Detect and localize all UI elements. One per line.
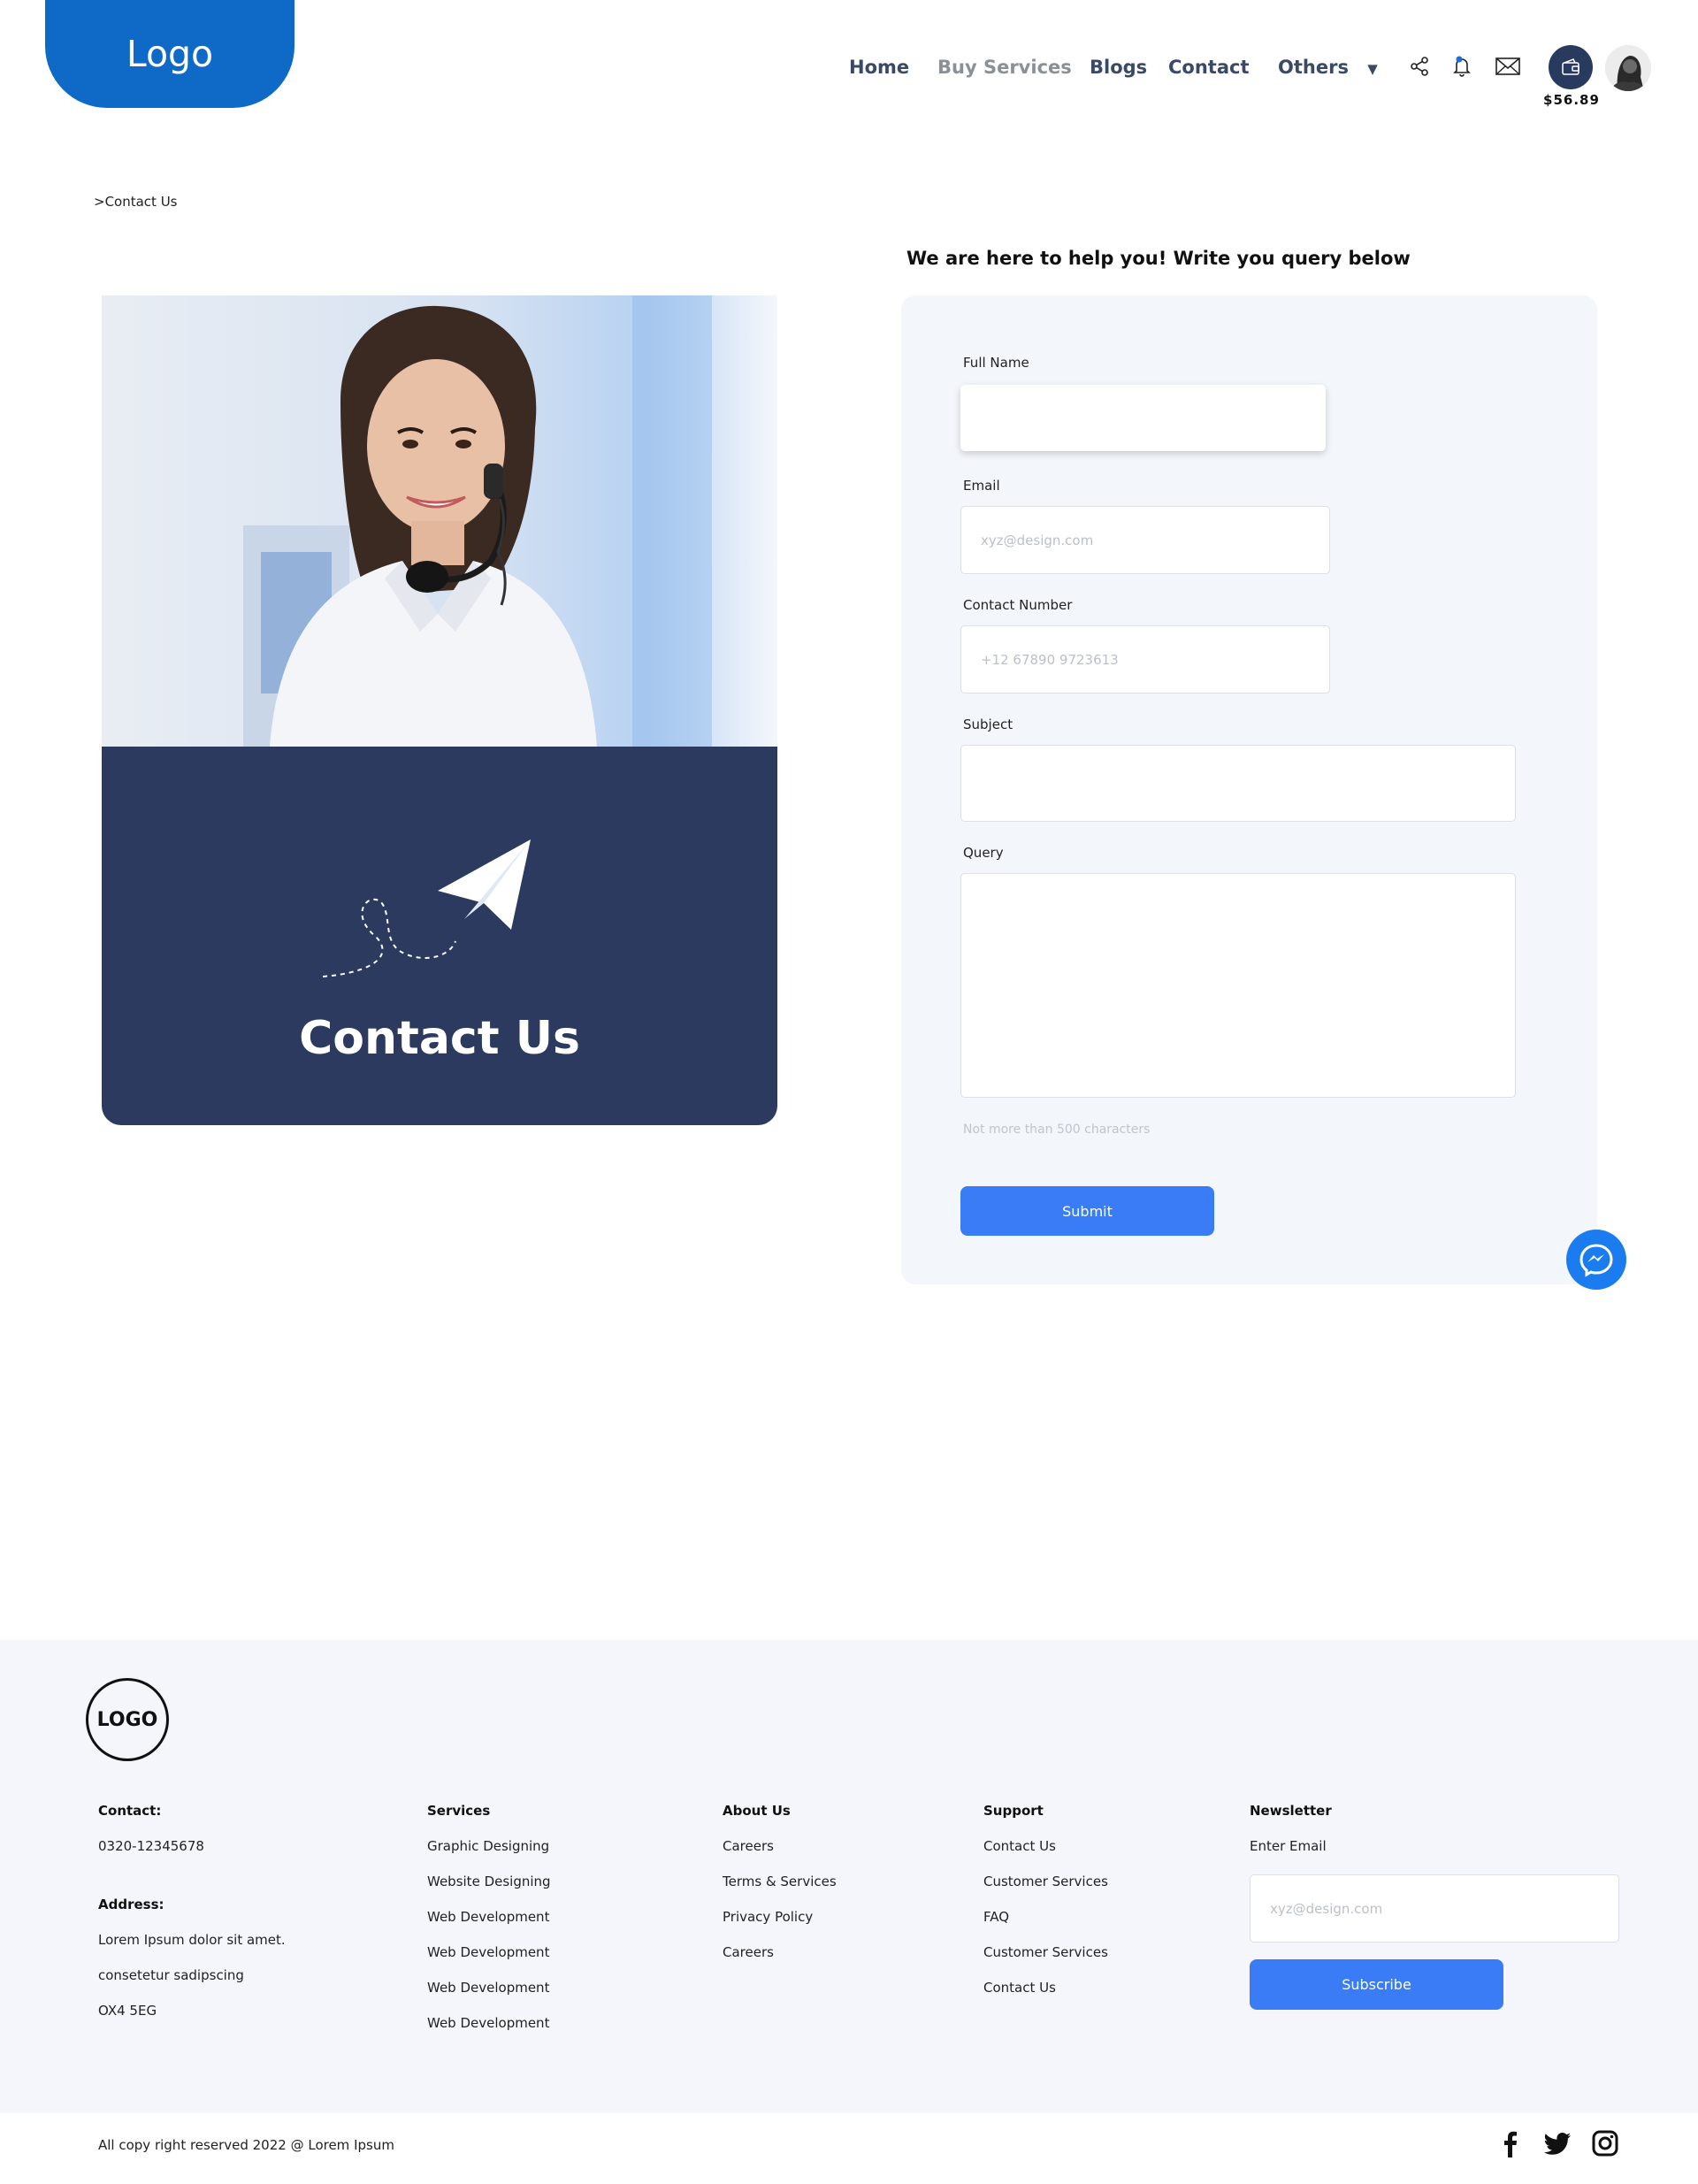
contact-us-card: Contact Us bbox=[102, 747, 777, 1125]
footer-link[interactable]: Customer Services bbox=[983, 1944, 1108, 1980]
footer-link[interactable]: Careers bbox=[723, 1944, 837, 1980]
footer-newsletter-heading: Newsletter bbox=[1250, 1803, 1332, 1819]
query-label: Query bbox=[963, 845, 1004, 861]
nav-contact[interactable]: Contact bbox=[1168, 57, 1250, 78]
newsletter-label: Enter Email bbox=[1250, 1838, 1327, 1854]
facebook-icon[interactable] bbox=[1496, 2129, 1525, 2157]
footer-address-heading: Address: bbox=[98, 1897, 164, 1912]
copyright: All copy right reserved 2022 @ Lorem Ips… bbox=[98, 2137, 394, 2153]
footer-logo[interactable]: LOGO bbox=[86, 1678, 169, 1761]
twitter-icon[interactable] bbox=[1543, 2129, 1572, 2157]
subject-input[interactable] bbox=[960, 745, 1516, 822]
footer-address-line: Lorem Ipsum dolor sit amet. bbox=[98, 1932, 286, 1948]
nav-blogs[interactable]: Blogs bbox=[1090, 57, 1147, 78]
nav-buy-services[interactable]: Buy Services bbox=[937, 57, 1072, 78]
nav-others-label: Others bbox=[1278, 57, 1349, 78]
wallet-icon bbox=[1562, 58, 1579, 75]
contact-us-title: Contact Us bbox=[299, 1012, 580, 1065]
wallet-balance: $56.89 bbox=[1543, 92, 1600, 108]
footer-link[interactable]: Terms & Services bbox=[723, 1874, 837, 1909]
footer-link[interactable]: Web Development bbox=[427, 1909, 551, 1944]
main-nav: Home Buy Services Blogs Contact Others ▼ bbox=[0, 53, 1698, 81]
submit-button[interactable]: Submit bbox=[960, 1186, 1214, 1236]
mail-icon[interactable] bbox=[1495, 53, 1521, 80]
subscribe-button[interactable]: Subscribe bbox=[1250, 1959, 1503, 2010]
form-heading: We are here to help you! Write you query… bbox=[906, 248, 1411, 269]
footer-newsletter-column: Newsletter Enter Email bbox=[1250, 1803, 1332, 1874]
contact-form: Full Name Email xyz@design.com Contact N… bbox=[901, 295, 1597, 1284]
footer-contact-heading: Contact: bbox=[98, 1803, 162, 1819]
query-hint: Not more than 500 characters bbox=[963, 1123, 1151, 1137]
wallet-button[interactable] bbox=[1549, 45, 1593, 89]
footer-link[interactable]: Privacy Policy bbox=[723, 1909, 837, 1944]
footer-support-column: Support Contact Us Customer Services FAQ… bbox=[983, 1803, 1108, 2015]
footer-link[interactable]: Web Development bbox=[427, 1980, 551, 2015]
footer-link[interactable]: Contact Us bbox=[983, 1838, 1108, 1874]
footer-link[interactable]: Careers bbox=[723, 1838, 837, 1874]
instagram-icon[interactable] bbox=[1591, 2129, 1619, 2157]
footer-about-heading: About Us bbox=[723, 1803, 791, 1819]
query-textarea[interactable] bbox=[960, 873, 1516, 1098]
avatar[interactable] bbox=[1605, 45, 1651, 91]
breadcrumb[interactable]: >Contact Us bbox=[94, 194, 178, 210]
full-name-input[interactable] bbox=[960, 385, 1326, 451]
footer-link[interactable]: Website Designing bbox=[427, 1874, 551, 1909]
support-agent-photo bbox=[102, 295, 777, 747]
full-name-label: Full Name bbox=[963, 355, 1029, 371]
nav-others[interactable]: Others ▼ bbox=[1278, 57, 1378, 78]
nav-home[interactable]: Home bbox=[849, 57, 909, 78]
messenger-icon bbox=[1579, 1244, 1613, 1277]
footer-address-line: consetetur sadipscing bbox=[98, 1967, 244, 1983]
footer-link[interactable]: Web Development bbox=[427, 2015, 551, 2050]
footer-link[interactable]: FAQ bbox=[983, 1909, 1108, 1944]
contact-number-label: Contact Number bbox=[963, 597, 1073, 613]
footer-contact-column: Contact: 0320-12345678 Address: Lorem Ip… bbox=[98, 1803, 286, 2038]
newsletter-email-input[interactable]: xyz@design.com bbox=[1250, 1874, 1619, 1943]
subject-label: Subject bbox=[963, 717, 1013, 732]
footer-support-heading: Support bbox=[983, 1803, 1044, 1819]
chevron-down-icon: ▼ bbox=[1367, 61, 1378, 77]
footer-link[interactable]: Graphic Designing bbox=[427, 1838, 551, 1874]
footer-phone[interactable]: 0320-12345678 bbox=[98, 1838, 286, 1874]
footer-link[interactable]: Web Development bbox=[427, 1944, 551, 1980]
messenger-chat-button[interactable] bbox=[1566, 1230, 1626, 1290]
share-icon[interactable] bbox=[1406, 53, 1433, 80]
footer-link[interactable]: Customer Services bbox=[983, 1874, 1108, 1909]
footer-services-heading: Services bbox=[427, 1803, 491, 1819]
footer-about-column: About Us Careers Terms & Services Privac… bbox=[723, 1803, 837, 1980]
bell-icon[interactable] bbox=[1449, 53, 1475, 80]
email-input[interactable]: xyz@design.com bbox=[960, 506, 1330, 574]
contact-number-input[interactable]: +12 67890 9723613 bbox=[960, 625, 1330, 694]
footer-address-line: OX4 5EG bbox=[98, 2003, 157, 2019]
footer-link[interactable]: Contact Us bbox=[983, 1980, 1108, 2015]
email-label: Email bbox=[963, 478, 1000, 494]
paper-plane-icon bbox=[323, 839, 531, 977]
footer-services-column: Services Graphic Designing Website Desig… bbox=[427, 1803, 551, 2050]
